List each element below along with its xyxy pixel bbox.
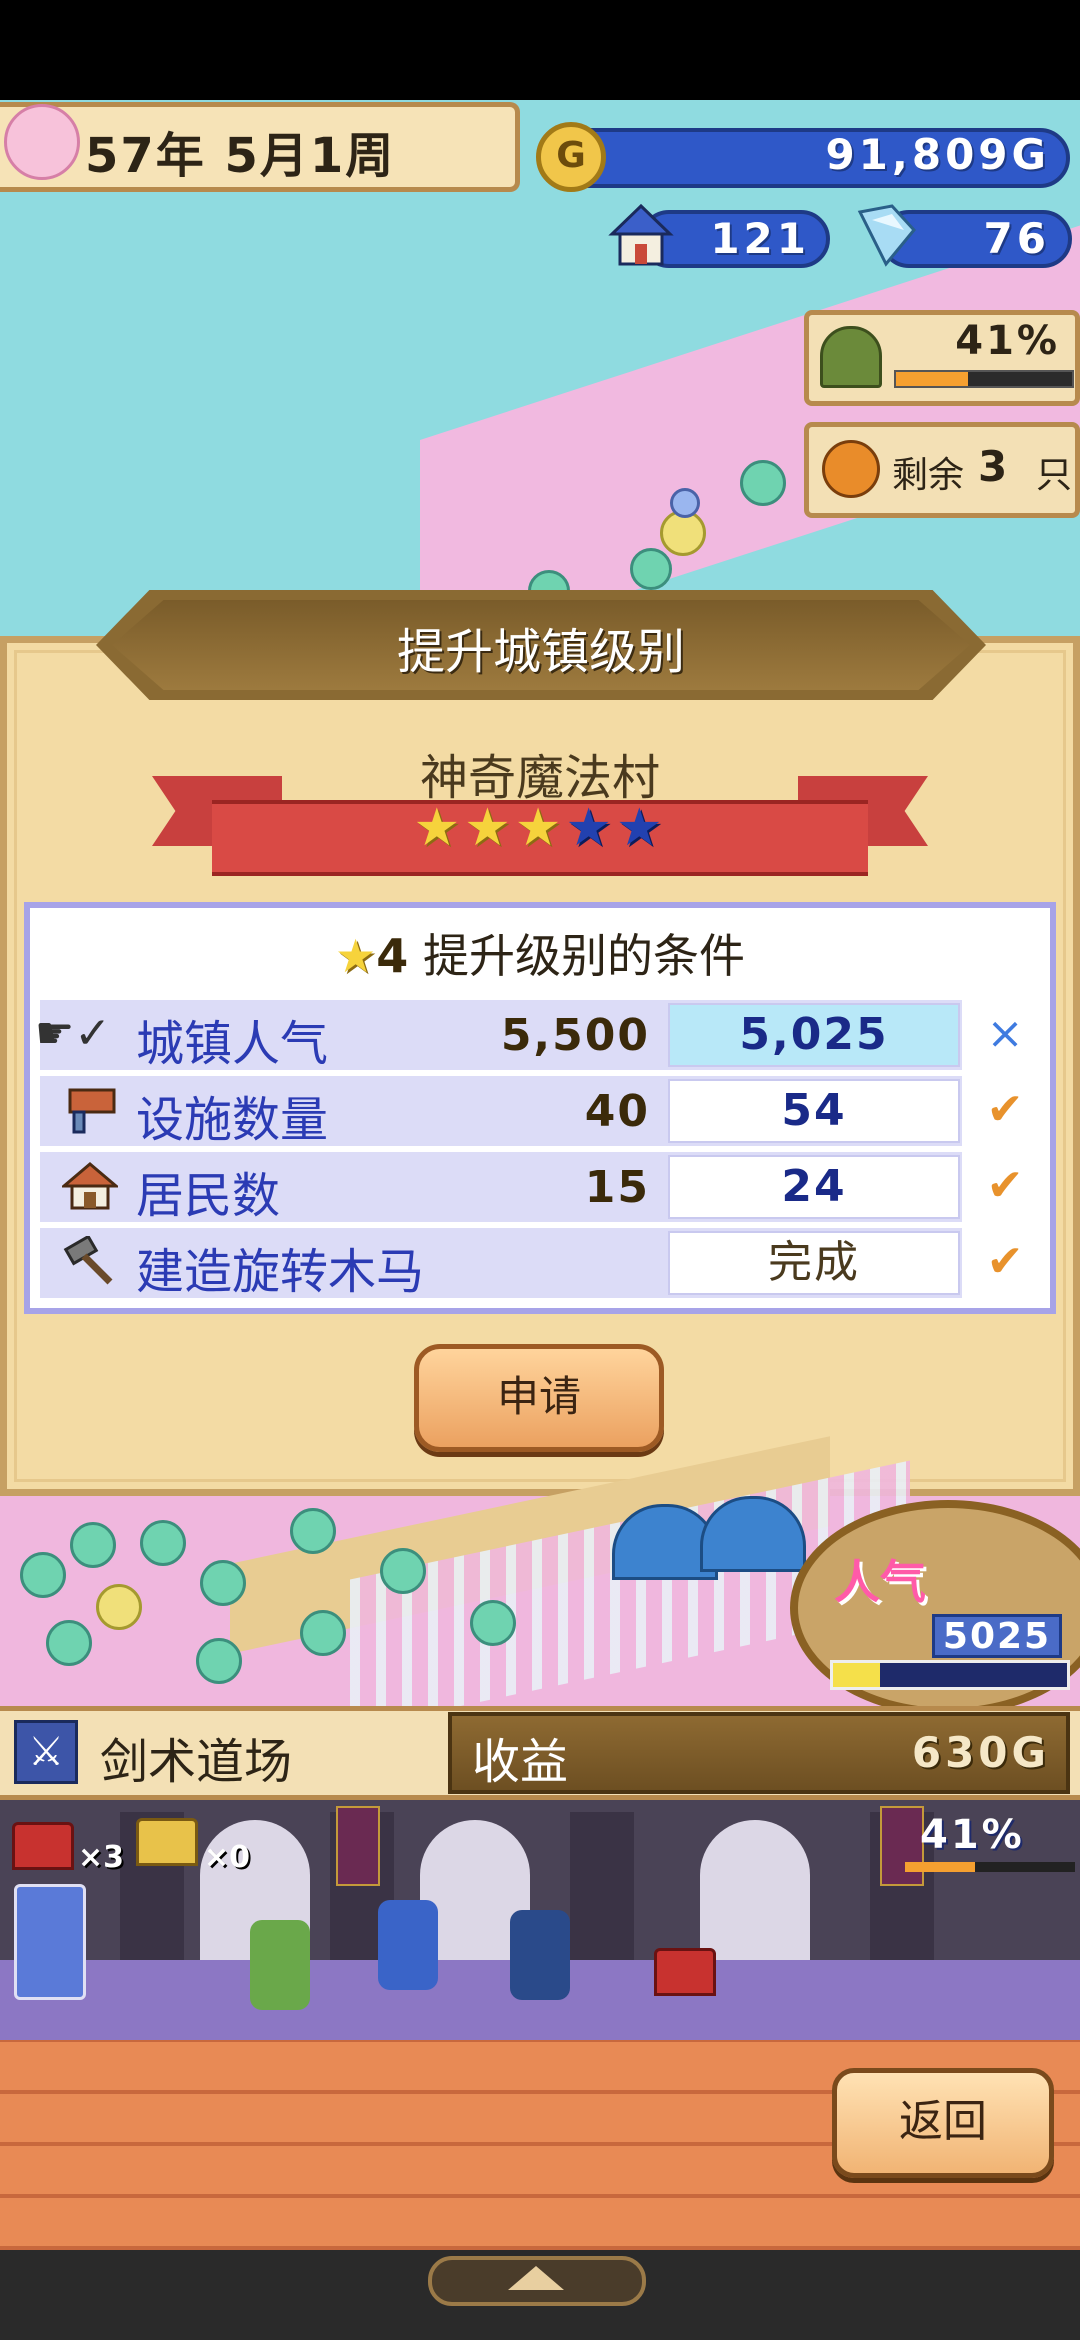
hammer-icon: [63, 1236, 113, 1285]
houses-count: 121: [710, 214, 810, 263]
tree: [740, 460, 786, 506]
tree: [96, 1584, 142, 1630]
gold-chest-count: ×0: [204, 1840, 251, 1875]
condition-label: 建造旋转木马: [136, 1244, 425, 1300]
monster-icon: [822, 440, 880, 498]
star-filled-icon: ★: [514, 798, 566, 858]
conditions-title: ★4 提升级别的条件: [24, 920, 1056, 986]
remaining-count: 3: [978, 442, 1008, 491]
crystals-count: 76: [983, 214, 1050, 263]
back-button[interactable]: 返回: [832, 2068, 1054, 2178]
star-filled-icon: ★: [413, 798, 465, 858]
condition-label: 城镇人气: [136, 1016, 329, 1072]
cave-icon: [820, 326, 882, 388]
remaining-unit: 只: [1036, 455, 1073, 496]
explore-percent: 41%: [955, 318, 1060, 364]
remaining-label: 剩余: [892, 455, 965, 496]
pillar: [570, 1812, 634, 1972]
wizard-character: [510, 1910, 570, 2000]
treasure-chest[interactable]: [654, 1948, 716, 1996]
red-chest-icon: [12, 1822, 74, 1870]
popularity-bar: [830, 1660, 1070, 1690]
star-icon: ★: [335, 929, 377, 983]
gold-amount: 91,809G: [825, 130, 1050, 179]
pointing-hand-icon: ☛✓: [34, 1008, 112, 1059]
tree: [70, 1522, 116, 1568]
tree: [290, 1508, 336, 1554]
explore-progress-fill: [896, 372, 969, 386]
banner: [336, 1806, 380, 1886]
house-icon: [62, 1162, 118, 1210]
condition-met-icon: ✔: [986, 1160, 1024, 1211]
tree: [200, 1560, 246, 1606]
condition-current: 24: [668, 1155, 960, 1219]
apply-button[interactable]: 申请: [414, 1344, 664, 1452]
window-arch: [700, 1820, 810, 1970]
status-bar: [0, 0, 1080, 100]
condition-required: 5,500: [500, 1010, 650, 1061]
calendar-date: 57年 5月1周: [85, 128, 396, 184]
chevron-up-icon: [508, 2266, 564, 2290]
condition-label: 居民数: [136, 1168, 281, 1224]
income-label: 收益: [472, 1734, 569, 1790]
condition-met-icon: ✔: [986, 1084, 1024, 1135]
condition-required: 40: [584, 1086, 650, 1137]
condition-required: 15: [584, 1162, 650, 1213]
conditions-title-text: 提升级别的条件: [422, 929, 745, 983]
knight-character: [378, 1900, 438, 1990]
gold-coin-icon: G: [536, 122, 606, 192]
red-chest-count: ×3: [78, 1840, 125, 1875]
archer-character: [250, 1920, 310, 2010]
dialog-title: 提升城镇级别: [396, 624, 685, 680]
town-rank-stars: ★★★★★: [0, 798, 1080, 858]
tree: [20, 1552, 66, 1598]
star-empty-icon: ★: [615, 798, 667, 858]
facility-icon: [68, 1088, 116, 1134]
popularity-value: 5025: [932, 1614, 1062, 1658]
party-leader-portrait[interactable]: [14, 1884, 86, 2000]
dungeon-progress-label: 41%: [920, 1812, 1025, 1858]
target-level: 4: [376, 929, 409, 983]
condition-label: 设施数量: [136, 1092, 329, 1148]
condition-current: 5,025: [668, 1003, 960, 1067]
tree: [670, 488, 700, 518]
season-flower-icon: [4, 104, 80, 180]
condition-current: 54: [668, 1079, 960, 1143]
condition-failed-icon: ×: [986, 1008, 1024, 1059]
condition-current: 完成: [668, 1231, 960, 1295]
tree: [630, 548, 672, 590]
banner: [880, 1806, 924, 1886]
tree: [470, 1600, 516, 1646]
tree: [46, 1620, 92, 1666]
gold-chest-icon: [136, 1818, 198, 1866]
star-empty-icon: ★: [565, 798, 616, 858]
explore-progress-bar: [894, 370, 1074, 388]
tree: [140, 1520, 186, 1566]
tree: [300, 1610, 346, 1656]
tree: [196, 1638, 242, 1684]
swords-icon: ⚔: [14, 1720, 78, 1784]
star-filled-icon: ★: [464, 798, 515, 858]
income-value: 630G: [911, 1728, 1050, 1777]
dungeon-progress-bar: [905, 1862, 1075, 1872]
condition-met-icon: ✔: [986, 1236, 1024, 1287]
popularity-bar-fill: [833, 1663, 880, 1687]
dungeon-progress-fill: [905, 1862, 975, 1872]
popularity-label: 人气: [834, 1555, 926, 1609]
tree: [380, 1548, 426, 1594]
facility-name: 剑术道场: [100, 1734, 293, 1790]
